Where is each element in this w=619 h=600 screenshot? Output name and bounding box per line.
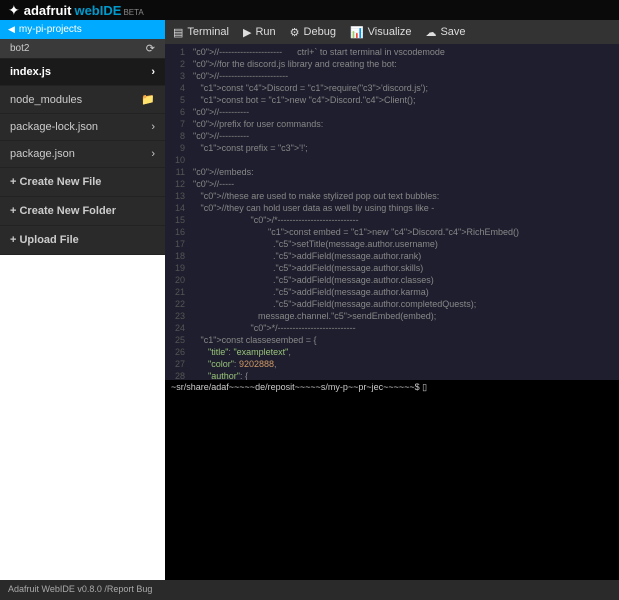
toolbar-visualize[interactable]: 📊Visualize bbox=[350, 26, 412, 39]
line-gutter: 1234567891011121314151617181920212223242… bbox=[165, 44, 189, 380]
refresh-icon[interactable]: ⟳ bbox=[146, 42, 155, 55]
toolbar-terminal[interactable]: ▤Terminal bbox=[173, 26, 229, 39]
file-name: node_modules bbox=[10, 94, 82, 106]
app-header: ✦ adafruit webIDEBETA bbox=[0, 0, 619, 20]
footer: Adafruit WebIDE v0.8.0 /Report Bug bbox=[0, 580, 619, 600]
code-editor[interactable]: 1234567891011121314151617181920212223242… bbox=[165, 44, 619, 380]
terminal-panel[interactable]: ~sr/share/adaf~~~~~de/reposit~~~~~s/my-p… bbox=[165, 380, 619, 580]
sidebar-action[interactable]: + Create New Folder bbox=[0, 197, 165, 226]
visualize-icon: 📊 bbox=[350, 26, 364, 39]
toolbar-run[interactable]: ▶Run bbox=[243, 26, 276, 39]
file-icon: › bbox=[151, 66, 155, 78]
file-item[interactable]: node_modules 📁 bbox=[0, 86, 165, 114]
file-item[interactable]: package.json › bbox=[0, 141, 165, 168]
brand-name: adafruit webIDEBETA bbox=[24, 3, 144, 18]
footer-text[interactable]: Adafruit WebIDE v0.8.0 /Report Bug bbox=[8, 584, 152, 594]
file-icon: › bbox=[151, 121, 155, 133]
debug-icon: ⚙ bbox=[290, 26, 300, 39]
sidebar-action[interactable]: + Upload File bbox=[0, 226, 165, 255]
code-content[interactable]: "c0">//--------------------- ctrl+` to s… bbox=[189, 44, 619, 380]
toolbar: ▤Terminal ▶Run ⚙Debug 📊Visualize ☁Save bbox=[165, 20, 619, 44]
main-panel: ▤Terminal ▶Run ⚙Debug 📊Visualize ☁Save 12345… bbox=[165, 20, 619, 580]
file-name: package-lock.json bbox=[10, 121, 98, 133]
breadcrumb-label: my-pi-projects bbox=[19, 24, 82, 35]
breadcrumb[interactable]: ◀ my-pi-projects bbox=[0, 20, 165, 39]
file-icon: › bbox=[151, 148, 155, 160]
file-icon: 📁 bbox=[141, 93, 155, 106]
project-row: bot2 ⟳ bbox=[0, 39, 165, 59]
file-name: index.js bbox=[10, 66, 51, 78]
run-icon: ▶ bbox=[243, 26, 251, 39]
terminal-line: ~sr/share/adaf~~~~~de/reposit~~~~~s/my-p… bbox=[171, 382, 427, 392]
file-name: package.json bbox=[10, 148, 75, 160]
sidebar-action[interactable]: + Create New File bbox=[0, 168, 165, 197]
toolbar-debug[interactable]: ⚙Debug bbox=[290, 26, 336, 39]
terminal-icon: ▤ bbox=[173, 26, 183, 39]
chevron-left-icon: ◀ bbox=[8, 24, 15, 35]
logo-icon: ✦ bbox=[8, 2, 20, 19]
sidebar-empty bbox=[0, 255, 165, 580]
project-name: bot2 bbox=[10, 43, 29, 54]
file-item[interactable]: index.js › bbox=[0, 59, 165, 86]
sidebar: ◀ my-pi-projects bot2 ⟳ index.js › node_mo… bbox=[0, 20, 165, 580]
save-icon: ☁ bbox=[425, 26, 436, 39]
toolbar-save[interactable]: ☁Save bbox=[425, 26, 465, 39]
file-item[interactable]: package-lock.json › bbox=[0, 114, 165, 141]
